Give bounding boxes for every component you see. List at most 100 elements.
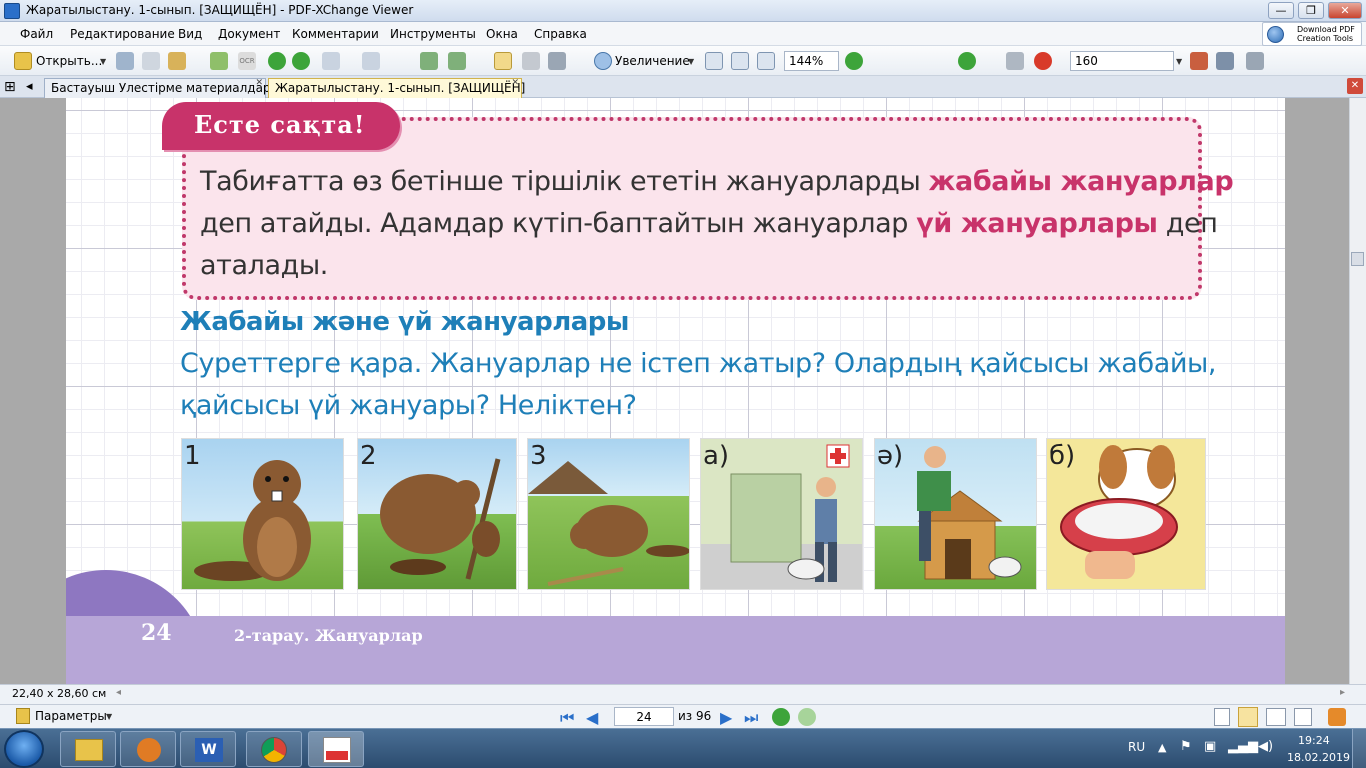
app-icon[interactable] — [4, 3, 20, 19]
continuous-facing-icon[interactable] — [1294, 708, 1312, 726]
spellcheck-icon[interactable] — [1034, 52, 1052, 70]
menu-comments[interactable]: Комментарии — [292, 27, 379, 41]
history-forward-icon[interactable] — [798, 708, 816, 726]
undo-icon[interactable] — [322, 52, 340, 70]
continuous-page-icon[interactable] — [1238, 707, 1258, 727]
settings-icon[interactable] — [1246, 52, 1264, 70]
fit-page-icon[interactable] — [731, 52, 749, 70]
export-icon[interactable] — [168, 52, 186, 70]
markup-icon[interactable] — [1216, 52, 1234, 70]
download-pdf-tools-button[interactable]: Download PDF Creation Tools — [1262, 22, 1362, 46]
page-number-input[interactable]: 24 — [614, 707, 674, 726]
size-field[interactable]: 160 — [1070, 51, 1174, 71]
zoom-dropdown-icon[interactable]: ▼ — [688, 57, 694, 66]
maximize-button[interactable]: ❐ — [1298, 2, 1324, 19]
taskbar-media-player[interactable] — [120, 731, 176, 767]
find-icon[interactable] — [1006, 52, 1024, 70]
menu-help[interactable]: Справка — [534, 27, 587, 41]
volume-icon[interactable]: ◀) — [1258, 739, 1273, 754]
parameters-dropdown-icon[interactable]: ▼ — [106, 712, 112, 721]
close-document-icon[interactable]: ✕ — [1347, 78, 1363, 94]
forward-icon[interactable] — [292, 52, 310, 70]
picture-a-label: а) — [703, 441, 730, 471]
picture-1-label: 1 — [184, 441, 201, 471]
menu-tools[interactable]: Инструменты — [390, 27, 476, 41]
next-page-icon[interactable]: ▶ — [720, 708, 732, 727]
zoom-in-icon[interactable] — [958, 52, 976, 70]
close-tab-icon[interactable]: ✕ — [511, 78, 519, 88]
start-button[interactable] — [4, 730, 44, 768]
highlight-icon[interactable] — [1190, 52, 1208, 70]
vertical-scrollbar[interactable] — [1349, 98, 1366, 684]
close-tab-icon[interactable]: ✕ — [255, 78, 263, 88]
box-line-2: деп атайды. Адамдар күтіп-баптайтын жану… — [200, 208, 1218, 239]
menu-view[interactable]: Вид — [178, 27, 202, 41]
menu-file[interactable]: Файл — [20, 27, 53, 41]
taskbar-chrome[interactable] — [246, 731, 302, 767]
copy-icon[interactable] — [420, 52, 438, 70]
network-device-icon[interactable]: ▣ — [1204, 739, 1216, 754]
zoom-out-icon[interactable] — [845, 52, 863, 70]
close-button[interactable]: ✕ — [1328, 2, 1362, 19]
picture-2-label: 2 — [360, 441, 377, 471]
question-line-1: Суреттерге қара. Жануарлар не істеп жаты… — [180, 348, 1217, 379]
zoom-level-field[interactable]: 144% — [784, 51, 839, 71]
signal-icon[interactable]: ▂▄▆ — [1228, 739, 1258, 754]
snapshot-icon[interactable] — [522, 52, 540, 70]
menu-edit[interactable]: Редактирование — [70, 27, 175, 41]
clock-time[interactable]: 19:24 — [1298, 734, 1330, 747]
show-hidden-icons[interactable]: ▲ — [1158, 741, 1166, 754]
tab-scroll-left-icon[interactable]: ◂ — [26, 79, 33, 94]
pdf-page[interactable]: Есте сақта! Табиғатта өз бетінше тіршілі… — [66, 98, 1285, 684]
select-text-icon[interactable] — [548, 52, 566, 70]
single-page-icon[interactable] — [1214, 708, 1230, 726]
picture-ae-label: ә) — [877, 441, 904, 471]
scrollbar-thumb[interactable] — [1351, 252, 1364, 266]
last-page-icon[interactable]: ⏭ — [744, 708, 758, 728]
taskbar-pdf-xchange[interactable] — [308, 731, 364, 767]
print-icon[interactable] — [142, 52, 160, 70]
tab-zharatylystanu[interactable]: Жаратылыстану. 1-сынып. [ЗАЩИЩЁН] ✕ — [268, 78, 525, 98]
chrome-icon — [261, 737, 287, 763]
size-dropdown-icon[interactable]: ▼ — [1176, 57, 1182, 66]
back-icon[interactable] — [268, 52, 286, 70]
zoom-icon[interactable] — [594, 52, 612, 70]
tab-bastauysh[interactable]: Бастауыш Улестірме материалдар ✕ — [44, 78, 271, 98]
open-button[interactable]: Открыть... — [36, 54, 102, 68]
parameters-button[interactable]: Параметры — [35, 709, 107, 723]
hscroll-right-icon[interactable]: ▸ — [1340, 687, 1345, 698]
picture-ae: ә) — [874, 438, 1037, 590]
tab-label: Бастауыш Улестірме материалдар — [51, 81, 271, 95]
actual-size-icon[interactable] — [705, 52, 723, 70]
menu-document[interactable]: Документ — [218, 27, 280, 41]
taskbar-word[interactable]: W — [180, 731, 236, 767]
facing-pages-icon[interactable] — [1266, 708, 1286, 726]
show-desktop-button[interactable] — [1352, 729, 1366, 768]
status-bar: 22,40 x 28,60 см ◂ ▸ — [0, 684, 1366, 704]
paste-icon[interactable] — [448, 52, 466, 70]
save-icon[interactable] — [116, 52, 134, 70]
redo-icon[interactable] — [362, 52, 380, 70]
taskbar-explorer[interactable] — [60, 731, 116, 767]
hscroll-left-icon[interactable]: ◂ — [116, 687, 121, 698]
clock-date[interactable]: 18.02.2019 — [1287, 751, 1350, 764]
open-folder-icon[interactable] — [14, 52, 32, 70]
menu-windows[interactable]: Окна — [486, 27, 518, 41]
ocr-icon[interactable]: OCR — [238, 52, 256, 70]
box-line-3-text: аталады. — [200, 250, 328, 281]
remember-tag-text: Есте сақта! — [194, 110, 366, 139]
edit-tools-icon[interactable] — [1328, 708, 1346, 726]
zoom-tool-button[interactable]: Увеличение — [615, 54, 690, 68]
hand-tool-icon[interactable] — [494, 52, 512, 70]
parameters-icon[interactable] — [16, 708, 30, 724]
previous-page-icon[interactable]: ◀ — [586, 708, 598, 727]
first-page-icon[interactable]: ⏮ — [560, 708, 574, 728]
fit-width-icon[interactable] — [757, 52, 775, 70]
tab-list-icon[interactable]: ⊞ — [4, 79, 16, 95]
history-back-icon[interactable] — [772, 708, 790, 726]
minimize-button[interactable]: — — [1268, 2, 1294, 19]
open-dropdown-icon[interactable]: ▼ — [100, 57, 106, 66]
input-language[interactable]: RU — [1128, 740, 1145, 754]
scan-icon[interactable] — [210, 52, 228, 70]
flag-icon[interactable]: ⚑ — [1180, 739, 1192, 754]
